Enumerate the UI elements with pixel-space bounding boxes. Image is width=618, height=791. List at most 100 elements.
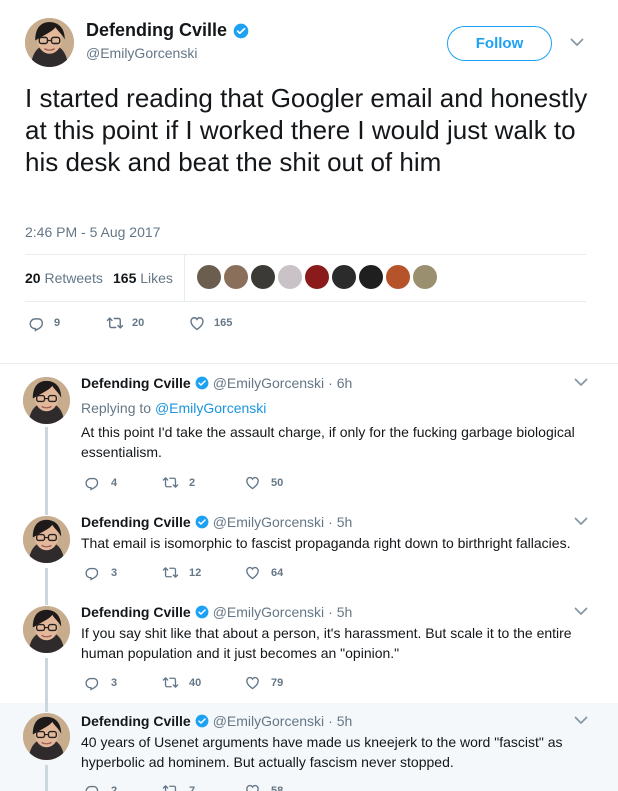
tweet-actions: 9 20 165: [28, 314, 328, 334]
reply-tweet[interactable]: Defending Cville @EmilyGorcenski · 5h Th…: [0, 506, 618, 596]
retweet-button[interactable]: 20: [106, 314, 144, 332]
liker-avatar[interactable]: [332, 265, 356, 289]
reply-time[interactable]: · 6h: [328, 375, 352, 391]
reply-actions: 2 7 58: [84, 782, 344, 791]
author-handle[interactable]: @EmilyGorcenski: [86, 45, 197, 61]
reply-button[interactable]: 2: [84, 782, 117, 791]
verified-badge-icon: [195, 605, 209, 619]
author-name[interactable]: Defending Cville: [81, 713, 191, 729]
like-count: 58: [271, 784, 284, 791]
avatar[interactable]: [23, 516, 70, 563]
chevron-down-icon[interactable]: [574, 716, 588, 725]
thread-line: [45, 703, 48, 712]
retweets-label: Retweets: [44, 270, 103, 286]
reply-count: 3: [111, 566, 118, 579]
reply-header: Defending Cville @EmilyGorcenski · 6h: [81, 375, 352, 391]
thread-line: [45, 568, 48, 596]
liker-avatar[interactable]: [386, 265, 410, 289]
retweet-button[interactable]: 40: [162, 674, 201, 691]
reply-time[interactable]: · 5h: [328, 514, 352, 530]
like-icon: [244, 782, 261, 791]
tweet-text: I started reading that Googler email and…: [25, 83, 588, 177]
liker-avatar[interactable]: [251, 265, 275, 289]
like-button[interactable]: 50: [244, 474, 283, 491]
author-handle[interactable]: @EmilyGorcenski: [213, 514, 324, 530]
chevron-down-icon[interactable]: [574, 517, 588, 526]
thread-line: [45, 427, 48, 507]
author-name[interactable]: Defending Cville: [81, 514, 191, 530]
reply-button[interactable]: 9: [28, 314, 60, 332]
reply-button[interactable]: 3: [84, 674, 117, 691]
tweet-timestamp[interactable]: 2:46 PM - 5 Aug 2017: [25, 224, 160, 240]
reply-tweet[interactable]: Defending Cville @EmilyGorcenski · 5h 40…: [0, 703, 618, 791]
like-icon: [244, 474, 261, 491]
author-handle[interactable]: @EmilyGorcenski: [213, 713, 324, 729]
main-tweet: Defending Cville @EmilyGorcenski Follow …: [0, 0, 618, 364]
verified-badge-icon: [195, 515, 209, 529]
reply-icon: [84, 674, 101, 691]
thread-line: [45, 658, 48, 703]
retweet-icon: [106, 314, 124, 332]
reply-count: 3: [111, 676, 118, 689]
reply-button[interactable]: 3: [84, 564, 117, 581]
chevron-down-icon[interactable]: [574, 378, 588, 387]
avatar-image: [23, 377, 70, 424]
reply-count: 9: [54, 317, 61, 329]
like-count: 79: [271, 676, 284, 689]
retweet-button[interactable]: 7: [162, 782, 195, 791]
like-button[interactable]: 79: [244, 674, 283, 691]
replying-to: Replying to @EmilyGorcenski: [81, 400, 266, 416]
liker-avatar[interactable]: [197, 265, 221, 289]
reply-button[interactable]: 4: [84, 474, 117, 491]
reply-count: 4: [111, 476, 118, 489]
like-button[interactable]: 64: [244, 564, 283, 581]
follow-button[interactable]: Follow: [447, 26, 552, 61]
avatar[interactable]: [23, 377, 70, 424]
retweet-button[interactable]: 2: [162, 474, 195, 491]
liker-avatar[interactable]: [278, 265, 302, 289]
chevron-down-icon[interactable]: [570, 38, 584, 47]
reply-text: If you say shit like that about a person…: [81, 625, 572, 661]
liker-avatar[interactable]: [413, 265, 437, 289]
reply-header: Defending Cville @EmilyGorcenski · 5h: [81, 713, 352, 729]
reply-actions: 3 12 64: [84, 564, 344, 582]
likes-label: Likes: [140, 270, 173, 286]
replying-to-link[interactable]: @EmilyGorcenski: [155, 400, 266, 416]
retweet-count: 20: [132, 317, 145, 329]
author-name[interactable]: Defending Cville: [86, 20, 227, 41]
avatar[interactable]: [23, 606, 70, 653]
like-button[interactable]: 58: [244, 782, 283, 791]
author-handle[interactable]: @EmilyGorcenski: [213, 604, 324, 620]
reply-time[interactable]: · 5h: [328, 713, 352, 729]
avatar[interactable]: [25, 18, 74, 67]
reply-time[interactable]: · 5h: [328, 604, 352, 620]
reply-actions: 3 40 79: [84, 674, 344, 692]
like-count: 165: [214, 317, 233, 329]
avatar[interactable]: [23, 713, 70, 760]
retweet-button[interactable]: 12: [162, 564, 201, 581]
author-name[interactable]: Defending Cville: [81, 604, 191, 620]
like-icon: [244, 674, 261, 691]
reply-tweet[interactable]: Defending Cville @EmilyGorcenski · 6h Re…: [0, 364, 618, 507]
retweet-icon: [162, 564, 179, 581]
like-button[interactable]: 165: [188, 314, 232, 332]
liker-avatar[interactable]: [224, 265, 248, 289]
reply-icon: [84, 782, 101, 791]
author-name[interactable]: Defending Cville: [81, 375, 191, 391]
reply-icon: [28, 314, 46, 332]
retweet-icon: [162, 474, 179, 491]
retweets-stat[interactable]: 20 Retweets: [25, 270, 103, 286]
chevron-down-icon[interactable]: [574, 607, 588, 616]
retweet-count: 7: [189, 784, 196, 791]
liker-avatar[interactable]: [359, 265, 383, 289]
stats-divider: [184, 255, 185, 301]
retweet-icon: [162, 782, 179, 791]
liker-avatar[interactable]: [305, 265, 329, 289]
reply-text: 40 years of Usenet arguments have made u…: [81, 734, 563, 770]
author-name-row[interactable]: Defending Cville: [86, 20, 249, 41]
avatar-image: [25, 18, 74, 67]
author-handle[interactable]: @EmilyGorcenski: [213, 375, 324, 391]
reply-tweet[interactable]: Defending Cville @EmilyGorcenski · 5h If…: [0, 596, 618, 703]
likes-stat[interactable]: 165 Likes: [113, 270, 173, 286]
avatar-image: [23, 516, 70, 563]
